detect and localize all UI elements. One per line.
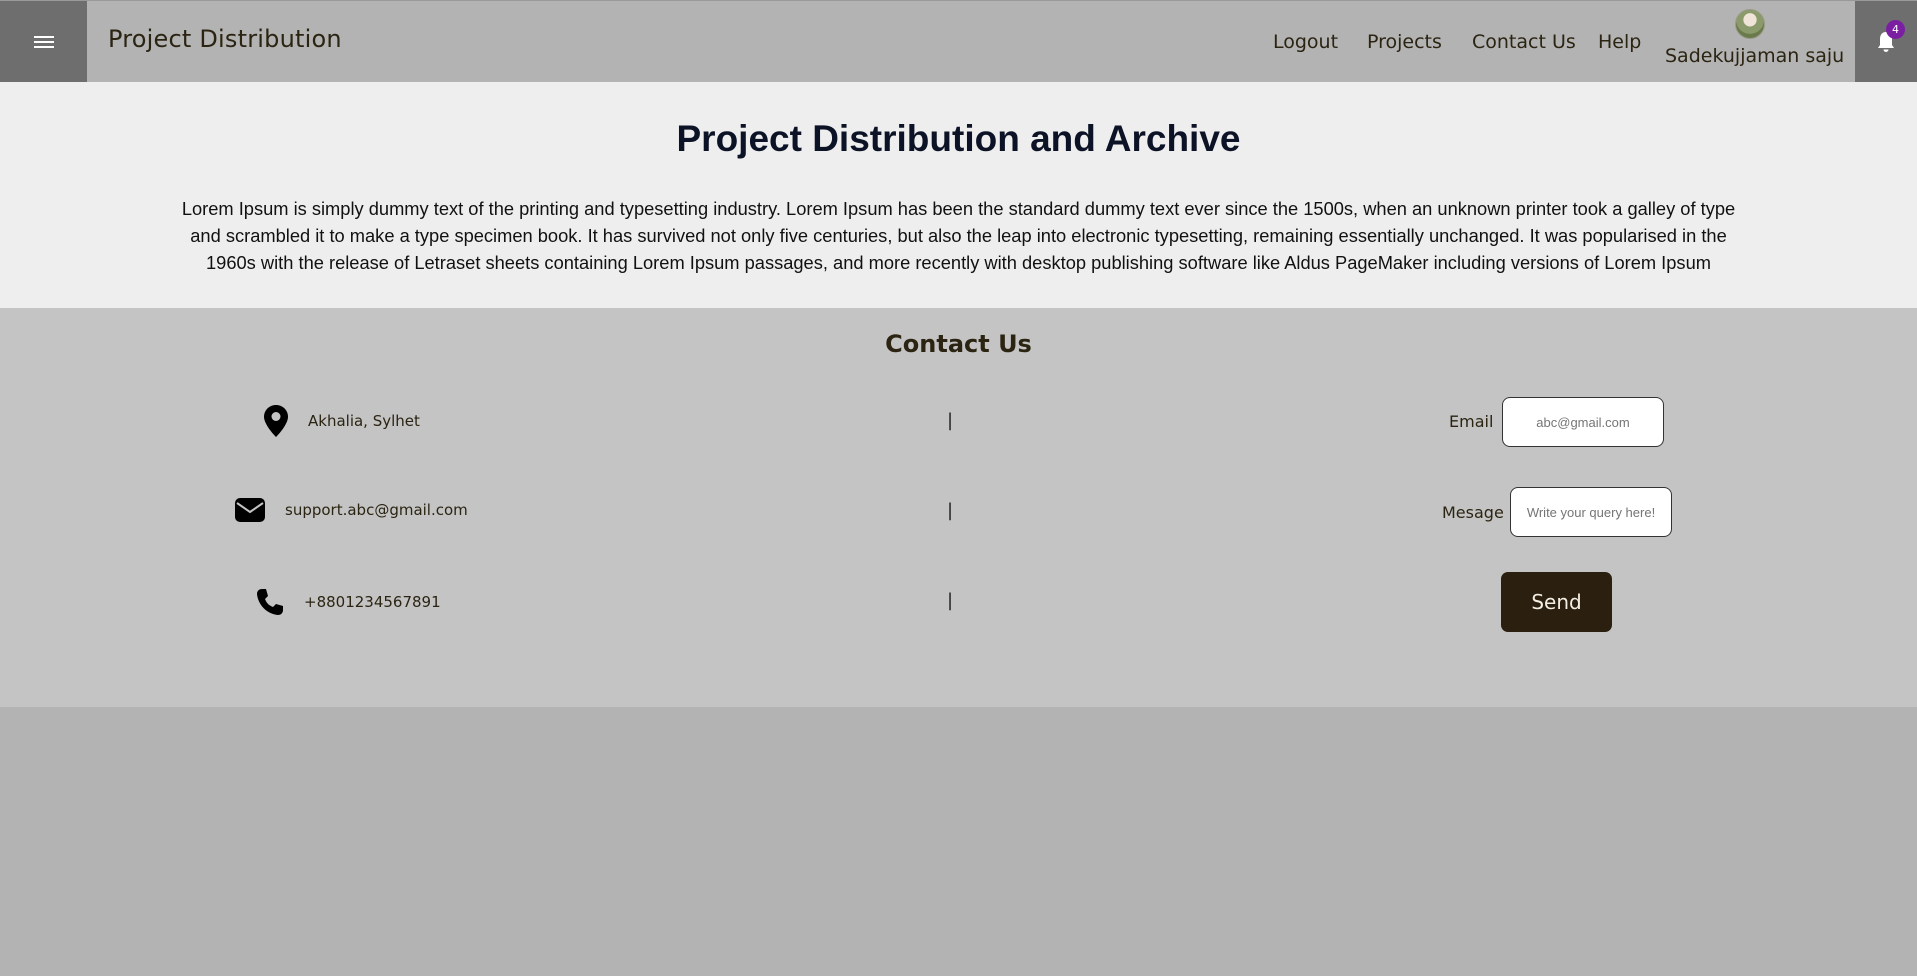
hamburger-icon xyxy=(33,36,54,48)
contact-title: Contact Us xyxy=(885,330,1032,358)
user-name: Sadekujjaman saju xyxy=(1665,45,1845,67)
contact-section: Contact Us Akhalia, Sylhet support.abc@g… xyxy=(0,308,1917,707)
message-field[interactable] xyxy=(1510,487,1672,537)
send-button[interactable]: Send xyxy=(1501,572,1612,632)
notifications-button[interactable]: 4 xyxy=(1855,1,1917,83)
avatar[interactable] xyxy=(1735,9,1765,39)
menu-button[interactable] xyxy=(0,1,87,83)
nav-logout[interactable]: Logout xyxy=(1273,31,1338,53)
envelope-icon xyxy=(235,498,265,522)
address-row: Akhalia, Sylhet xyxy=(264,405,420,437)
email-field[interactable] xyxy=(1502,397,1664,447)
separator: | xyxy=(947,500,954,521)
message-label: Mesage xyxy=(1442,503,1504,522)
user-profile[interactable]: Sadekujjaman saju xyxy=(1665,9,1845,67)
top-header: Project Distribution Logout Projects Con… xyxy=(0,0,1917,83)
nav-contact-us[interactable]: Contact Us xyxy=(1472,31,1576,53)
phone-row: +8801234567891 xyxy=(256,588,441,616)
separator: | xyxy=(947,590,954,611)
email-label: Email xyxy=(1449,412,1494,431)
phone-icon xyxy=(257,589,283,615)
separator: | xyxy=(947,410,954,431)
email-row: support.abc@gmail.com xyxy=(235,498,468,522)
brand-title[interactable]: Project Distribution xyxy=(108,25,342,53)
intro-section: Project Distribution and Archive Lorem I… xyxy=(0,82,1917,308)
intro-paragraph: Lorem Ipsum is simply dummy text of the … xyxy=(181,198,1736,273)
address-text: Akhalia, Sylhet xyxy=(308,412,420,430)
phone-text: +8801234567891 xyxy=(304,593,441,611)
page-title: Project Distribution and Archive xyxy=(676,118,1241,159)
nav-projects[interactable]: Projects xyxy=(1367,31,1442,53)
map-pin-icon xyxy=(264,405,288,437)
notification-badge: 4 xyxy=(1886,20,1905,39)
nav-help[interactable]: Help xyxy=(1598,31,1641,53)
email-text: support.abc@gmail.com xyxy=(285,501,468,519)
